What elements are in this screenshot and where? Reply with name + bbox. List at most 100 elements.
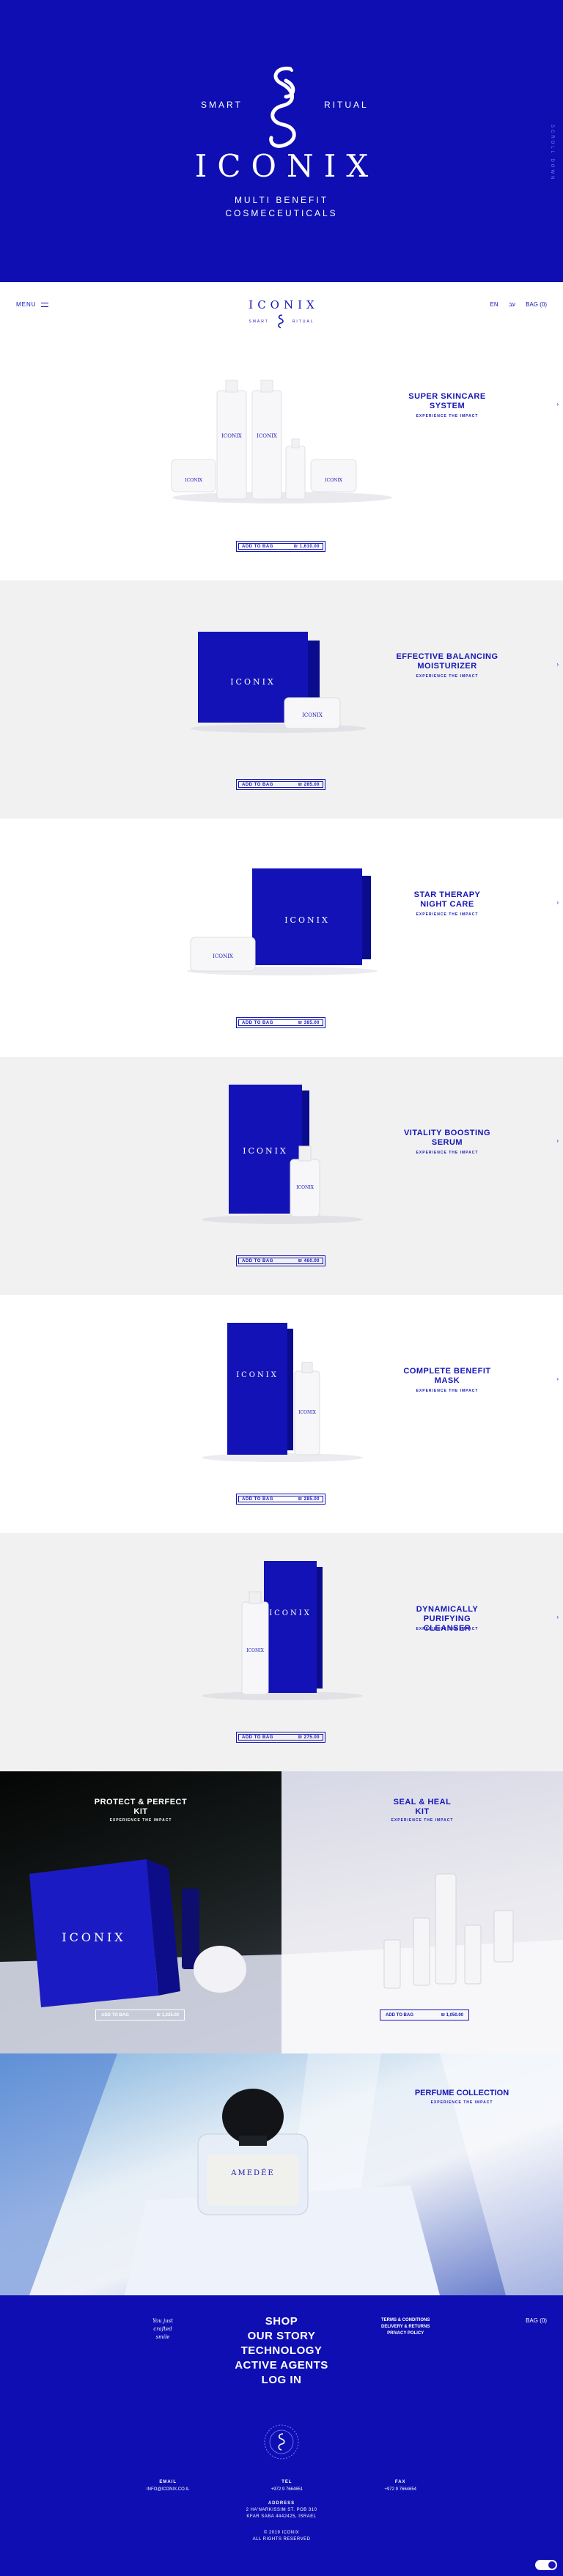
- footer-link-technology[interactable]: TECHNOLOGY: [0, 2344, 563, 2358]
- svg-text:ICONIX: ICONIX: [269, 1609, 312, 1617]
- bag-link[interactable]: BAG (0): [526, 301, 547, 308]
- contact-email: EMAIL INFO@ICONIX.CO.IL: [147, 2479, 189, 2493]
- arrow-right-icon[interactable]: ›: [556, 899, 559, 906]
- kit-title[interactable]: SEAL & HEAL KIT: [282, 1798, 563, 1817]
- svg-text:ICONIX: ICONIX: [243, 1146, 288, 1156]
- accessibility-toggle[interactable]: [535, 2560, 557, 2570]
- footer-address: ADDRESS 2 HA'NARKISSIM ST. POB 310 KFAR …: [0, 2501, 563, 2520]
- svg-text:ICONIX: ICONIX: [185, 478, 203, 483]
- product-super-skincare: ICONIX ICONIX ICONIX ICONIX SUPER SKINCA…: [0, 342, 563, 580]
- product-title-line1: DYNAMICALLY PURIFYING: [416, 1605, 479, 1623]
- add-to-bag-button[interactable]: ADD TO BAG ₪ 1,225.00: [95, 2009, 185, 2020]
- experience-link[interactable]: EXPERIENCE THE IMPACT: [282, 1818, 563, 1823]
- lang-en[interactable]: EN: [490, 301, 498, 308]
- product-image-mask[interactable]: ICONIX ICONIX: [161, 1304, 403, 1487]
- arrow-right-icon[interactable]: ›: [556, 1614, 559, 1620]
- svg-text:ICONIX: ICONIX: [62, 1930, 125, 1944]
- price: ₪ 1,610.00: [293, 544, 320, 549]
- arrow-right-icon[interactable]: ›: [556, 661, 559, 668]
- footer-link-log-in[interactable]: LOG IN: [0, 2373, 563, 2388]
- legal-privacy[interactable]: PRIVACY POLICY: [381, 2330, 430, 2337]
- product-title-line1: STAR THERAPY: [413, 890, 481, 899]
- add-to-bag-label: ADD TO BAG: [242, 544, 273, 549]
- email-label: EMAIL: [159, 2480, 177, 2484]
- product-image-system[interactable]: ICONIX ICONIX ICONIX ICONIX: [161, 351, 403, 534]
- footer-link-our-story[interactable]: OUR STORY: [0, 2329, 563, 2344]
- product-benefit-mask: ICONIX ICONIX COMPLETE BENEFIT MASK EXPE…: [0, 1295, 563, 1533]
- product-image-cleanser[interactable]: ICONIX ICONIX: [161, 1542, 403, 1725]
- arrow-right-icon[interactable]: ›: [556, 1137, 559, 1144]
- svg-text:ICONIX: ICONIX: [296, 1185, 314, 1190]
- experience-link[interactable]: EXPERIENCE THE IMPACT: [0, 1818, 282, 1823]
- experience-link[interactable]: EXPERIENCE THE IMPACT: [392, 414, 502, 418]
- copyright-line1: © 2019 ICONIX: [263, 2531, 300, 2535]
- experience-link[interactable]: EXPERIENCE THE IMPACT: [392, 912, 502, 917]
- add-to-bag-button[interactable]: ADD TO BAG ₪ 385.00: [236, 1017, 325, 1028]
- footer-link-active-agents[interactable]: ACTIVE AGENTS: [0, 2358, 563, 2373]
- price: ₪ 285.00: [298, 1496, 320, 1502]
- copyright-line2: ALL RIGHTS RESERVED: [252, 2537, 311, 2542]
- product-title[interactable]: VITALITY BOOSTING SERUM: [392, 1129, 502, 1148]
- footer-legal: TERMS & CONDITIONS DELIVERY & RETURNS PR…: [381, 2317, 430, 2337]
- nav-right: EN עב BAG (0): [490, 301, 547, 308]
- fax-label: FAX: [394, 2480, 406, 2484]
- perfume-title[interactable]: PERFUME COLLECTION: [400, 2089, 524, 2097]
- product-vitality-serum: ICONIX ICONIX VITALITY BOOSTING SERUM EX…: [0, 1057, 563, 1295]
- add-to-bag-button[interactable]: ADD TO BAG ₪ 460.00: [236, 1255, 325, 1266]
- footer: You just crafted smile SHOP OUR STORY TE…: [0, 2295, 563, 2576]
- kit-title[interactable]: PROTECT & PERFECT KIT: [0, 1798, 282, 1817]
- add-to-bag-label: ADD TO BAG: [242, 1496, 273, 1502]
- product-image-serum[interactable]: ICONIX ICONIX: [161, 1066, 403, 1249]
- svg-text:ICONIX: ICONIX: [257, 433, 277, 439]
- experience-link[interactable]: EXPERIENCE THE IMPACT: [392, 674, 502, 679]
- product-image-night-care[interactable]: ICONIX ICONIX: [161, 827, 403, 1011]
- product-image-moisturizer[interactable]: ICONIX ICONIX: [161, 589, 403, 772]
- legal-terms[interactable]: TERMS & CONDITIONS: [381, 2317, 430, 2324]
- hero-ritual: RITUAL: [324, 100, 369, 110]
- product-title-line2: MASK: [434, 1376, 460, 1385]
- nav-brand[interactable]: ICONIX: [0, 298, 563, 311]
- email-value[interactable]: INFO@ICONIX.CO.IL: [147, 2486, 189, 2493]
- address-line1: 2 HA'NARKISSIM ST. POB 310: [246, 2508, 317, 2512]
- price: ₪ 275.00: [298, 1735, 320, 1740]
- address-line2: KFAR SABA 4442425, ISRAEL: [246, 2514, 317, 2519]
- kit-seal-heal: SEAL & HEAL KIT EXPERIENCE THE IMPACT AD…: [282, 1771, 563, 2053]
- product-title[interactable]: EFFECTIVE BALANCING MOISTURIZER: [392, 652, 502, 671]
- product-title-line1: SUPER SKINCARE: [408, 392, 486, 401]
- price: ₪ 460.00: [298, 1258, 320, 1263]
- add-to-bag-button[interactable]: ADD TO BAG ₪ 1,050.00: [380, 2009, 469, 2020]
- svg-text:ICONIX: ICONIX: [221, 433, 242, 439]
- kit-title-line1: PROTECT & PERFECT: [94, 1798, 188, 1806]
- footer-bag-link[interactable]: BAG (0): [526, 2317, 547, 2324]
- lang-he[interactable]: עב: [509, 301, 515, 308]
- product-balancing-moisturizer: ICONIX ICONIX EFFECTIVE BALANCING MOISTU…: [0, 580, 563, 819]
- add-to-bag-button[interactable]: ADD TO BAG ₪ 1,610.00: [236, 541, 325, 552]
- add-to-bag-label: ADD TO BAG: [242, 1735, 273, 1740]
- product-title[interactable]: SUPER SKINCARE SYSTEM: [392, 392, 502, 411]
- arrow-right-icon[interactable]: ›: [556, 401, 559, 407]
- kit-title-line2: KIT: [415, 1807, 430, 1816]
- experience-link[interactable]: EXPERIENCE THE IMPACT: [392, 1389, 502, 1393]
- footer-link-shop[interactable]: SHOP: [0, 2314, 563, 2329]
- legal-delivery[interactable]: DELIVERY & RETURNS: [381, 2324, 430, 2330]
- product-title-line1: VITALITY BOOSTING: [403, 1129, 491, 1137]
- add-to-bag-button[interactable]: ADD TO BAG ₪ 275.00: [236, 1732, 325, 1743]
- snake-logo-icon: [269, 66, 296, 148]
- product-title[interactable]: STAR THERAPY NIGHT CARE: [392, 890, 502, 909]
- scroll-down-label[interactable]: SCROLL DOWN: [550, 125, 554, 181]
- price: ₪ 385.00: [298, 1020, 320, 1025]
- experience-link[interactable]: EXPERIENCE THE IMPACT: [392, 1151, 502, 1155]
- top-nav: MENU ICONIX SMART RITUAL EN עב BAG (0): [0, 282, 563, 342]
- product-title-line2: SERUM: [431, 1138, 463, 1147]
- add-to-bag-button[interactable]: ADD TO BAG ₪ 285.00: [236, 1494, 325, 1505]
- add-to-bag-label: ADD TO BAG: [242, 1258, 273, 1263]
- kit-title-line1: SEAL & HEAL: [393, 1798, 452, 1806]
- hero-tagline-1: MULTI BENEFIT: [234, 195, 329, 205]
- experience-link[interactable]: EXPERIENCE THE IMPACT: [392, 1627, 502, 1631]
- tel-value[interactable]: +972 9 7664651: [271, 2486, 303, 2493]
- product-title[interactable]: COMPLETE BENEFIT MASK: [392, 1367, 502, 1386]
- perfume-collection: AMEDÉE PERFUME COLLECTION EXPERIENCE THE…: [0, 2053, 563, 2295]
- arrow-right-icon[interactable]: ›: [556, 1376, 559, 1382]
- add-to-bag-button[interactable]: ADD TO BAG ₪ 285.00: [236, 779, 325, 790]
- experience-link[interactable]: EXPERIENCE THE IMPACT: [400, 2100, 524, 2105]
